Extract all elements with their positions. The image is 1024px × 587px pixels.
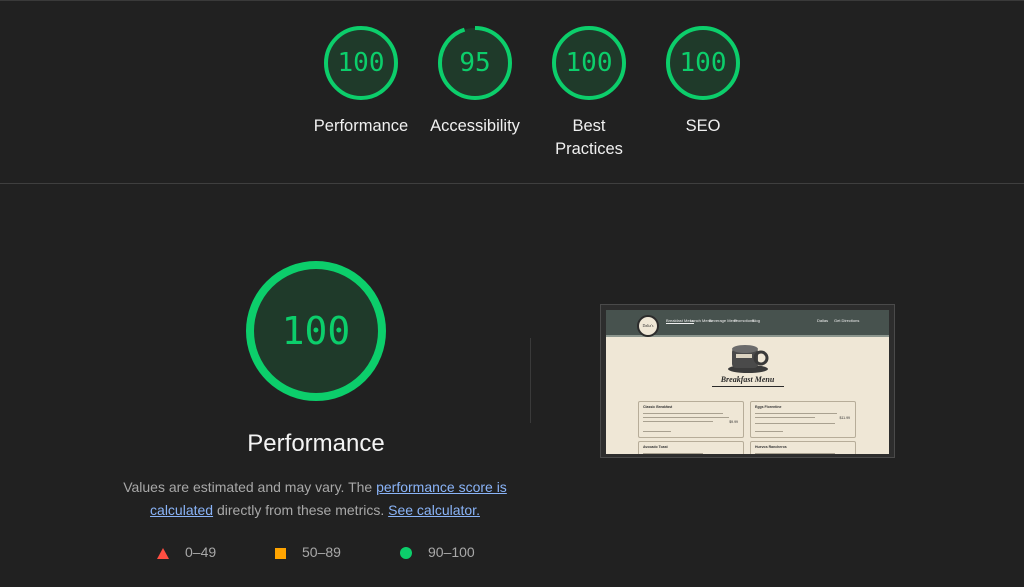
- screenshot-title-rule: [712, 386, 784, 387]
- screenshot-nav-right: Get Directions: [834, 318, 860, 323]
- screenshot-card-text-line: [643, 421, 713, 422]
- screenshot-card-title: Huevos Rancheros: [755, 445, 787, 449]
- seo-score: 100: [679, 48, 727, 78]
- accessibility-label: Accessibility: [430, 117, 520, 135]
- fail-triangle-icon: [157, 547, 169, 559]
- seo-gauge[interactable]: 100 SEO: [648, 25, 758, 138]
- screenshot-card-text-line: [643, 417, 729, 418]
- see-calculator-link[interactable]: See calculator.: [388, 502, 480, 518]
- legend-fail: 0–49: [157, 543, 216, 561]
- screenshot-logo: Dalia's: [637, 315, 659, 337]
- vertical-separator: [530, 338, 531, 423]
- screenshot-card-text-line: [755, 417, 815, 418]
- coffee-cup-icon: [728, 345, 769, 373]
- screenshot-card-text-line: [643, 453, 703, 454]
- screenshot-card-price: $9.99: [729, 420, 738, 424]
- screenshot-menu-card: Eggs Florentine $11.99: [750, 401, 856, 438]
- screenshot-menu-card: Classic Breakfast $9.99: [638, 401, 744, 438]
- screenshot-menu-card: Avocado Toast: [638, 441, 744, 454]
- accessibility-score: 95: [459, 48, 491, 78]
- legend-pass: 90–100: [400, 543, 475, 561]
- legend-fail-label: 0–49: [185, 544, 217, 560]
- performance-gauge[interactable]: 100 Performance: [306, 25, 416, 138]
- main-performance-score: 100: [281, 309, 351, 353]
- best-practices-score: 100: [565, 48, 613, 78]
- screenshot-card-price: $11.99: [839, 416, 850, 420]
- description-text-2: directly from these metrics.: [216, 502, 385, 518]
- screenshot-card-title: Classic Breakfast: [643, 405, 673, 409]
- legend-pass-label: 90–100: [428, 544, 475, 560]
- screenshot-navbar: Dalia's Breakfast Menu Lunch Menu Bevera…: [606, 310, 889, 337]
- legend-average-label: 50–89: [302, 544, 341, 560]
- screenshot-card-text-line: [755, 423, 835, 424]
- screenshot-nav-link: Blog: [752, 318, 761, 323]
- accessibility-gauge[interactable]: 95 Accessibility: [420, 25, 530, 138]
- performance-score: 100: [337, 48, 385, 78]
- average-square-icon: [275, 547, 286, 559]
- screenshot-page: Dalia's Breakfast Menu Lunch Menu Bevera…: [606, 310, 889, 454]
- screenshot-card-title: Eggs Florentine: [755, 405, 782, 409]
- performance-description: Values are estimated and may vary. The p…: [120, 476, 510, 522]
- screenshot-card-text-line: [643, 431, 671, 432]
- screenshot-menu-card: Huevos Rancheros: [750, 441, 856, 454]
- performance-label: Performance: [313, 117, 409, 135]
- best-practices-label: Best Practices: [555, 117, 623, 158]
- screenshot-nav-right: Dallas: [817, 318, 829, 323]
- screenshot-card-text-line: [755, 453, 835, 454]
- description-text: Values are estimated and may vary. The: [123, 479, 373, 495]
- screenshot-card-text-line: [755, 431, 783, 432]
- screenshot-nav-link: Beverage Menu: [709, 318, 738, 323]
- legend-average: 50–89: [275, 543, 341, 561]
- main-performance-title: Performance: [247, 430, 385, 457]
- best-practices-gauge[interactable]: 100 Best Practices: [534, 25, 644, 161]
- screenshot-card-title: Avocado Toast: [643, 445, 668, 449]
- screenshot-page-title: Breakfast Menu: [720, 375, 775, 384]
- main-performance-gauge: 100: [245, 260, 387, 402]
- category-summary: 100 Performance 95 Accessibility 100 Bes…: [0, 0, 1024, 184]
- pass-circle-icon: [400, 547, 412, 560]
- screenshot-card-text-line: [643, 413, 723, 414]
- seo-label: SEO: [685, 117, 721, 135]
- final-screenshot-thumbnail[interactable]: Dalia's Breakfast Menu Lunch Menu Bevera…: [600, 304, 895, 458]
- section-divider: [0, 183, 1024, 184]
- screenshot-card-text-line: [755, 413, 837, 414]
